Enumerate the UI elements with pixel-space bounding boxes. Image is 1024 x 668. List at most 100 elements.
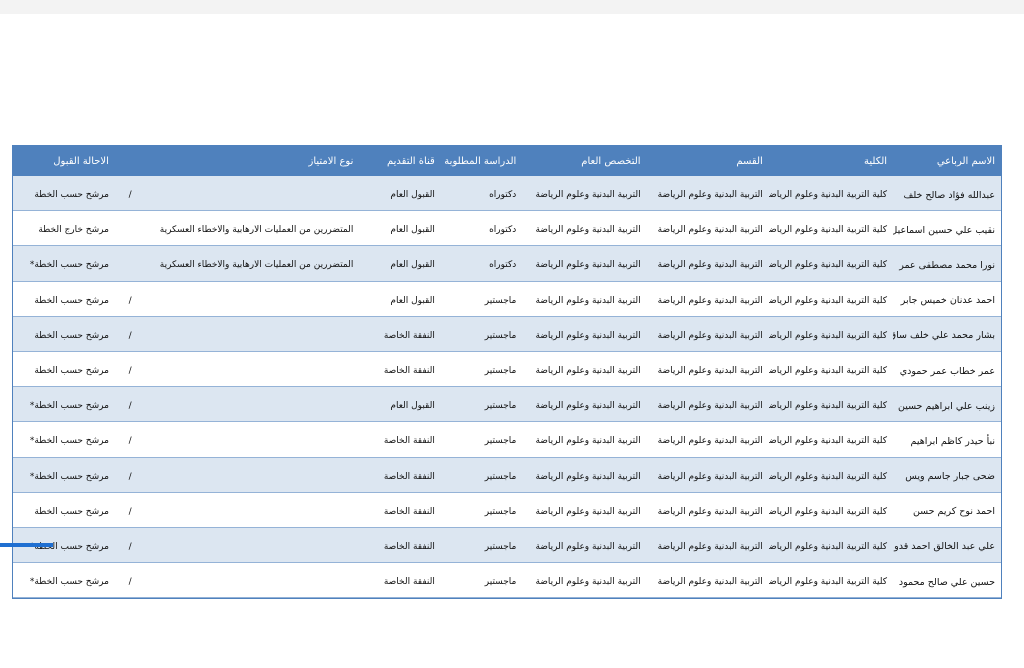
cell-college: كلية التربية البدنية وعلوم الرياضة [768, 281, 894, 317]
table-row[interactable]: بشار محمد علي خلف ساق كلية التربية البدن… [13, 316, 1001, 352]
cell-department: التربية البدنية وعلوم الرياضة [646, 527, 769, 564]
cell-department: التربية البدنية وعلوم الرياضة [646, 210, 769, 247]
cell-channel: النفقة الخاصة [359, 562, 441, 599]
header-college: الكلية [768, 146, 894, 176]
cell-department: التربية البدنية وعلوم الرياضة [646, 245, 769, 282]
table-row[interactable]: نقيب علي حسين اسماعيل كلية التربية البدن… [13, 210, 1001, 247]
cell-channel: النفقة الخاصة [359, 527, 441, 564]
cell-status: مرشح حسب الخطة* [13, 562, 115, 599]
header-spacer [114, 146, 146, 176]
cell-name: عبدالله فؤاد صالح خلف [893, 176, 1001, 212]
cell-slash: / [114, 457, 146, 493]
cell-name: بشار محمد علي خلف ساق [893, 316, 1001, 352]
cell-study: ماجستير [440, 562, 523, 599]
cell-department: التربية البدنية وعلوم الرياضة [646, 176, 769, 212]
header-status: الاحالة القبول [13, 146, 115, 176]
header-study: الدراسة المطلوبة [440, 146, 523, 176]
cell-status: مرشح حسب الخطة* [13, 386, 115, 423]
cell-privilege [145, 527, 360, 564]
cell-slash: / [114, 421, 146, 458]
cell-channel: القبول العام [359, 176, 441, 212]
table-row[interactable]: ضحى جبار جاسم ويس كلية التربية البدنية و… [13, 457, 1001, 493]
cell-college: كلية التربية البدنية وعلوم الرياضة [768, 492, 894, 528]
cell-department: التربية البدنية وعلوم الرياضة [646, 386, 769, 423]
cell-status: مرشح حسب الخطة [13, 351, 115, 388]
header-privilege: نوع الامتياز [145, 146, 360, 176]
table-row[interactable]: نورا محمد مصطفى عمر كلية التربية البدنية… [13, 245, 1001, 282]
cell-status: مرشح حسب الخطة [13, 176, 115, 212]
table-row[interactable]: زينب علي ابراهيم حسين كلية التربية البدن… [13, 386, 1001, 423]
cell-department: التربية البدنية وعلوم الرياضة [646, 351, 769, 388]
cell-study: ماجستير [440, 351, 523, 388]
cell-privilege: المتضررين من العمليات الارهابية والاخطاء… [145, 245, 360, 282]
cell-privilege [145, 457, 360, 493]
cell-college: كلية التربية البدنية وعلوم الرياضة [768, 176, 894, 212]
cell-slash [114, 210, 146, 247]
cell-privilege [145, 386, 360, 423]
cell-specialization: التربية البدنية وعلوم الرياضة [522, 527, 647, 564]
cell-slash [114, 245, 146, 282]
table-row[interactable]: حسين علي صالح محمود كلية التربية البدنية… [13, 562, 1001, 599]
cell-specialization: التربية البدنية وعلوم الرياضة [522, 210, 647, 247]
cell-study: ماجستير [440, 281, 523, 317]
cell-channel: النفقة الخاصة [359, 492, 441, 528]
cell-study: ماجستير [440, 386, 523, 423]
cell-status: مرشح حسب الخطة [13, 316, 115, 352]
cell-name: نقيب علي حسين اسماعيل [893, 210, 1001, 247]
cell-slash: / [114, 527, 146, 564]
cell-name: عمر خطاب عمر حمودي [893, 351, 1001, 388]
table-row[interactable]: احمد عدنان خميس جابر كلية التربية البدني… [13, 281, 1001, 317]
cell-specialization: التربية البدنية وعلوم الرياضة [522, 562, 647, 599]
cell-slash: / [114, 386, 146, 423]
cell-status: مرشح خارج الخطة [13, 210, 115, 247]
table-row[interactable]: عبدالله فؤاد صالح خلف كلية التربية البدن… [13, 176, 1001, 212]
cell-name: ضحى جبار جاسم ويس [893, 457, 1001, 493]
cell-status: مرشح حسب الخطة* [13, 457, 115, 493]
cell-study: دكتوراه [440, 245, 523, 282]
cell-channel: القبول العام [359, 245, 441, 282]
cell-slash: / [114, 562, 146, 599]
cell-name: حسين علي صالح محمود [893, 562, 1001, 599]
admissions-table: الاسم الرباعي الكلية القسم التخصص العام … [12, 145, 1002, 600]
cell-name: زينب علي ابراهيم حسين [893, 386, 1001, 423]
cell-status: مرشح حسب الخطة [13, 492, 115, 528]
cell-slash: / [114, 492, 146, 528]
cell-college: كلية التربية البدنية وعلوم الرياضة [768, 457, 894, 493]
cell-specialization: التربية البدنية وعلوم الرياضة [522, 316, 647, 352]
cell-study: ماجستير [440, 492, 523, 528]
cell-college: كلية التربية البدنية وعلوم الرياضة [768, 210, 894, 247]
cell-study: ماجستير [440, 316, 523, 352]
cell-privilege [145, 316, 360, 352]
cell-channel: النفقة الخاصة [359, 421, 441, 458]
table-body: عبدالله فؤاد صالح خلف كلية التربية البدن… [13, 176, 1001, 599]
admissions-grid: الاسم الرباعي الكلية القسم التخصص العام … [13, 146, 1001, 599]
table-row[interactable]: عمر خطاب عمر حمودي كلية التربية البدنية … [13, 351, 1001, 388]
cell-college: كلية التربية البدنية وعلوم الرياضة [768, 562, 894, 599]
cell-privilege [145, 176, 360, 212]
cell-name: علي عبد الخالق احمد قدو [893, 527, 1001, 564]
cell-name: احمد عدنان خميس جابر [893, 281, 1001, 317]
header-department: القسم [646, 146, 769, 176]
cell-study: ماجستير [440, 421, 523, 458]
cell-channel: النفقة الخاصة [359, 316, 441, 352]
table-row[interactable]: علي عبد الخالق احمد قدو كلية التربية الب… [13, 527, 1001, 564]
cell-study: ماجستير [440, 457, 523, 493]
cell-college: كلية التربية البدنية وعلوم الرياضة [768, 386, 894, 423]
table-row[interactable]: احمد نوح كريم حسن كلية التربية البدنية و… [13, 492, 1001, 528]
cell-college: كلية التربية البدنية وعلوم الرياضة [768, 421, 894, 458]
cell-slash: / [114, 176, 146, 212]
cell-department: التربية البدنية وعلوم الرياضة [646, 457, 769, 493]
horizontal-scroll-indicator[interactable] [0, 543, 53, 547]
cell-status: مرشح حسب الخطة* [13, 421, 115, 458]
cell-status: مرشح حسب الخطة* [13, 245, 115, 282]
cell-name: احمد نوح كريم حسن [893, 492, 1001, 528]
cell-college: كلية التربية البدنية وعلوم الرياضة [768, 351, 894, 388]
header-row: الاسم الرباعي الكلية القسم التخصص العام … [13, 146, 1001, 176]
cell-department: التربية البدنية وعلوم الرياضة [646, 492, 769, 528]
cell-privilege [145, 351, 360, 388]
cell-department: التربية البدنية وعلوم الرياضة [646, 316, 769, 352]
table-row[interactable]: نبأ حيدر كاظم ابراهيم كلية التربية البدن… [13, 421, 1001, 458]
cell-specialization: التربية البدنية وعلوم الرياضة [522, 281, 647, 317]
cell-channel: النفقة الخاصة [359, 457, 441, 493]
header-name: الاسم الرباعي [893, 146, 1001, 176]
